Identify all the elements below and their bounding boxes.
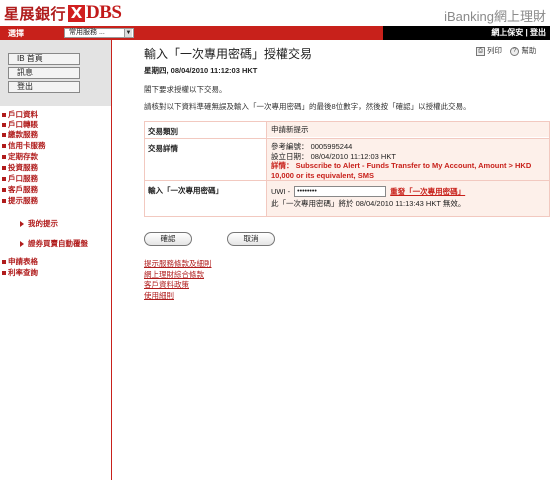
reference-number: 參考編號： 0005995244 (271, 142, 353, 151)
link-terms-of-use[interactable]: 使用細則 (144, 291, 212, 302)
bullet-icon (2, 271, 6, 276)
created-date: 設立日期： 08/04/2010 11:12:03 HKT (271, 151, 396, 161)
intro-text: 閣下要求授權以下交易。 (144, 85, 227, 94)
secure-logout-links[interactable]: 網上保安 | 登出 (383, 26, 550, 40)
service-select[interactable]: 常用服務 ... ▼ (64, 28, 134, 38)
service-select-value: 常用服務 ... (69, 29, 105, 36)
help-link[interactable]: ? 幫助 (510, 46, 536, 56)
sidebar-button-logout[interactable]: 登出 (8, 81, 80, 93)
link-privacy-policy[interactable]: 客戶資料政策 (144, 280, 212, 291)
page-tools: ⎙ 列印 ? 幫助 (476, 45, 536, 56)
link-alert-terms[interactable]: 提示服務條款及細則 (144, 259, 212, 270)
triangle-right-icon (20, 241, 24, 248)
current-datetime: 星期四, 08/04/2010 11:12:03 HKT (144, 66, 258, 75)
print-link[interactable]: ⎙ 列印 (476, 46, 502, 56)
header: 星展銀行 X DBS iBanking網上理財 (0, 0, 550, 26)
page-title: 輸入「一次專用密碼」授權交易 (144, 47, 313, 61)
sidebar-item-application-forms[interactable]: 申請表格 (2, 256, 38, 267)
sidebar-subitem-securities-confirm[interactable]: 證券買賣自動覆盤 (20, 238, 88, 249)
dbs-logo[interactable]: 星展銀行 X DBS (4, 2, 122, 23)
sidebar-subitem-my-alerts[interactable]: 我的提示 (20, 218, 58, 229)
triangle-right-icon (20, 221, 24, 228)
otp-label: 輸入「一次專用密碼」 (145, 181, 267, 216)
printer-icon: ⎙ (476, 46, 485, 56)
transaction-detail-label: 交易詳情 (145, 139, 267, 180)
transaction-table: 交易類別 申請新提示 交易詳情 參考編號： 0005995244 設立日期： 0… (144, 121, 550, 217)
bullet-icon (2, 188, 6, 193)
sidebar-item-bill-payment[interactable]: 繳款服務 (2, 129, 38, 140)
logo-dbs-text: DBS (86, 2, 122, 23)
logo-x-mark: X (68, 4, 86, 22)
table-row: 輸入「一次專用密碼」 UWI - •••••••• 重發「一次專用密碼」 此「一… (145, 180, 549, 216)
footer-links: 提示服務條款及細則 網上理財綜合條款 客戶資料政策 使用細則 (144, 259, 212, 301)
sidebar-item-time-deposit[interactable]: 定期存款 (2, 151, 38, 162)
sidebar-item-credit-card[interactable]: 信用卡服務 (2, 140, 46, 151)
transaction-detail-value: 參考編號： 0005995244 設立日期： 08/04/2010 11:12:… (267, 139, 549, 180)
transaction-type-value: 申請新提示 (267, 122, 549, 137)
sidebar-button-ib-home[interactable]: IB 首頁 (8, 53, 80, 65)
transaction-type-label: 交易類別 (145, 122, 267, 138)
table-row: 交易詳情 參考編號： 0005995244 設立日期： 08/04/2010 1… (145, 138, 549, 180)
help-icon: ? (510, 46, 520, 56)
product-name: iBanking網上理財 (444, 9, 546, 24)
otp-prefix: UWI - (271, 186, 291, 196)
bullet-icon (2, 123, 6, 128)
detail-description: 詳情： Subscribe to Alert - Funds Transfer … (271, 161, 532, 180)
otp-input[interactable]: •••••••• (294, 186, 387, 197)
bullet-icon (2, 133, 6, 138)
resend-otp-link[interactable]: 重發「一次專用密碼」 (390, 187, 465, 197)
otp-line: UWI - •••••••• 重發「一次專用密碼」 (271, 186, 545, 197)
sidebar-item-alert-services[interactable]: 提示服務 (2, 195, 38, 206)
bullet-icon (2, 166, 6, 171)
instruction-text: 請核對以下資料準確無誤及輸入「一次專用密碼」的最後8位數字，然後按「確認」以授權… (144, 102, 471, 111)
bullet-icon (2, 155, 6, 160)
cancel-button[interactable]: 取消 (227, 232, 275, 246)
sidebar-item-account-services[interactable]: 戶口服務 (2, 173, 38, 184)
link-ibanking-terms[interactable]: 網上理財綜合條款 (144, 270, 212, 281)
logo-chinese-name: 星展銀行 (4, 4, 67, 23)
chevron-down-icon: ▼ (124, 29, 132, 37)
bullet-icon (2, 260, 6, 265)
bullet-icon (2, 113, 6, 118)
table-row: 交易類別 申請新提示 (145, 122, 549, 138)
bullet-icon (2, 199, 6, 204)
select-label: 選擇 (8, 29, 24, 38)
sidebar-item-customer-services[interactable]: 客戶服務 (2, 184, 38, 195)
otp-value-cell: UWI - •••••••• 重發「一次專用密碼」 此「一次專用密碼」將於 08… (267, 181, 549, 216)
otp-expiry-text: 此「一次專用密碼」將於 08/04/2010 11:13:43 HKT 無效。 (271, 199, 466, 208)
confirm-button[interactable]: 確認 (144, 232, 192, 246)
sidebar-button-messages[interactable]: 訊息 (8, 67, 80, 79)
sidebar: IB 首頁 訊息 登出 戶口資料 戶口轉賬 繳款服務 信用卡服務 定期存款 投資… (0, 40, 112, 480)
bullet-icon (2, 144, 6, 149)
sidebar-item-interest-rates[interactable]: 利率查詢 (2, 267, 38, 278)
sidebar-item-investment[interactable]: 投資服務 (2, 162, 38, 173)
bullet-icon (2, 177, 6, 182)
